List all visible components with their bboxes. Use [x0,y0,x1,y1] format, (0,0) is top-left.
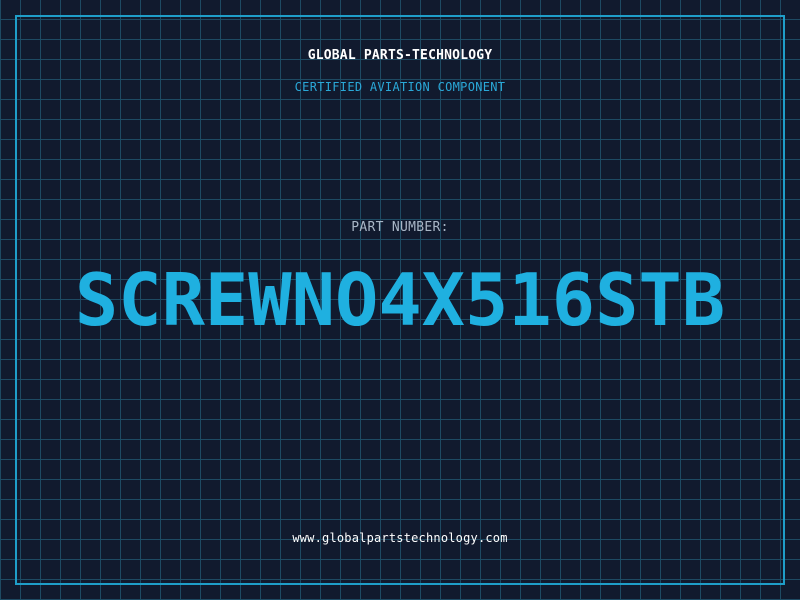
label-card: GLOBAL PARTS-TECHNOLOGY CERTIFIED AVIATI… [0,0,800,600]
website-url: www.globalpartstechnology.com [292,531,508,545]
part-number-value: SCREWNO4X516STB [74,258,726,342]
part-number-label: PART NUMBER: [351,220,449,235]
company-name: GLOBAL PARTS-TECHNOLOGY [307,48,493,63]
certification-subtitle: CERTIFIED AVIATION COMPONENT [294,80,506,94]
